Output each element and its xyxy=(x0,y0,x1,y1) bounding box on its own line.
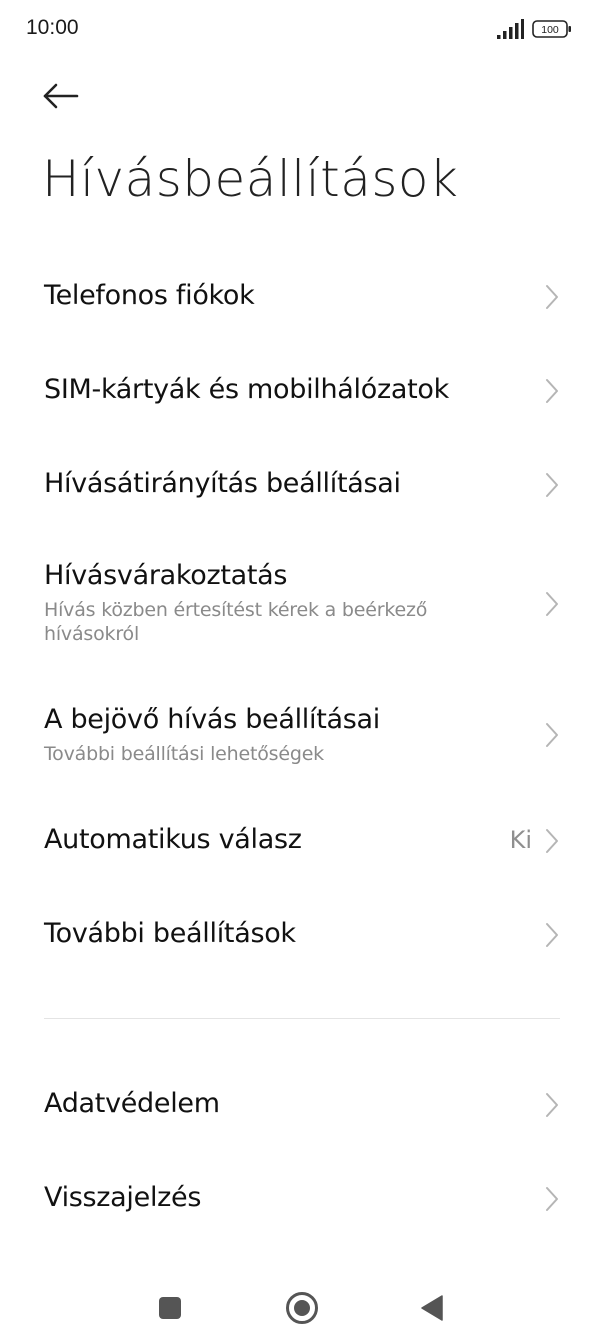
settings-item-title: További beállítások xyxy=(44,918,296,949)
chevron-right-icon xyxy=(546,1187,558,1211)
settings-item-title: Hívásvárakoztatás xyxy=(44,560,288,591)
settings-item-subtitle: Hívás közben értesítést kérek a beérkező… xyxy=(44,599,428,645)
settings-item-title: Adatvédelem xyxy=(44,1088,220,1119)
back-button[interactable] xyxy=(34,74,88,118)
chevron-right-icon xyxy=(546,1093,558,1117)
chevron-right-icon xyxy=(546,923,558,947)
settings-item-feedback[interactable]: Visszajelzés xyxy=(0,1170,604,1232)
settings-item-title: Visszajelzés xyxy=(44,1182,202,1213)
chevron-right-icon xyxy=(546,592,558,616)
square-recents-icon xyxy=(159,1297,181,1319)
settings-item-call-forwarding[interactable]: Hívásátirányítás beállításai xyxy=(0,456,604,518)
chevron-right-icon xyxy=(546,379,558,403)
recents-button[interactable] xyxy=(148,1288,192,1328)
settings-item-incoming-call[interactable]: A bejövő hívás beállításai További beáll… xyxy=(0,694,604,778)
chevron-right-icon xyxy=(546,473,558,497)
chevron-right-icon xyxy=(546,285,558,309)
settings-item-sim-cards[interactable]: SIM-kártyák és mobilhálózatok xyxy=(0,362,604,424)
signal-bars-icon xyxy=(497,19,524,39)
settings-item-title: Telefonos fiókok xyxy=(44,280,255,311)
battery-level: 100 xyxy=(541,24,559,36)
arrow-left-icon xyxy=(43,83,79,109)
battery-icon: 100 xyxy=(532,20,571,38)
nav-back-button[interactable] xyxy=(410,1288,454,1328)
triangle-back-icon xyxy=(421,1295,443,1321)
status-time: 10:00 xyxy=(26,16,79,39)
settings-item-title: Automatikus válasz xyxy=(44,824,302,855)
settings-item-call-waiting[interactable]: Hívásvárakoztatás Hívás közben értesítés… xyxy=(0,550,604,660)
settings-item-title: Hívásátirányítás beállításai xyxy=(44,468,401,499)
settings-item-phone-accounts[interactable]: Telefonos fiókok xyxy=(0,268,604,330)
status-bar: 10:00 100 xyxy=(0,0,604,56)
settings-item-title: SIM-kártyák és mobilhálózatok xyxy=(44,374,449,405)
section-divider xyxy=(44,1018,560,1019)
settings-item-title: A bejövő hívás beállításai xyxy=(44,704,380,735)
chevron-right-icon xyxy=(546,829,558,853)
page-title: Hívásbeállítások xyxy=(42,150,459,208)
circle-home-icon xyxy=(286,1292,318,1324)
settings-item-auto-answer[interactable]: Automatikus válasz Ki xyxy=(0,812,604,874)
settings-item-more-settings[interactable]: További beállítások xyxy=(0,906,604,968)
home-button[interactable] xyxy=(280,1288,324,1328)
settings-item-subtitle: További beállítási lehetőségek xyxy=(44,743,324,765)
chevron-right-icon xyxy=(546,723,558,747)
settings-item-privacy[interactable]: Adatvédelem xyxy=(0,1076,604,1138)
settings-item-value: Ki xyxy=(509,826,532,854)
navigation-bar xyxy=(0,1270,604,1344)
